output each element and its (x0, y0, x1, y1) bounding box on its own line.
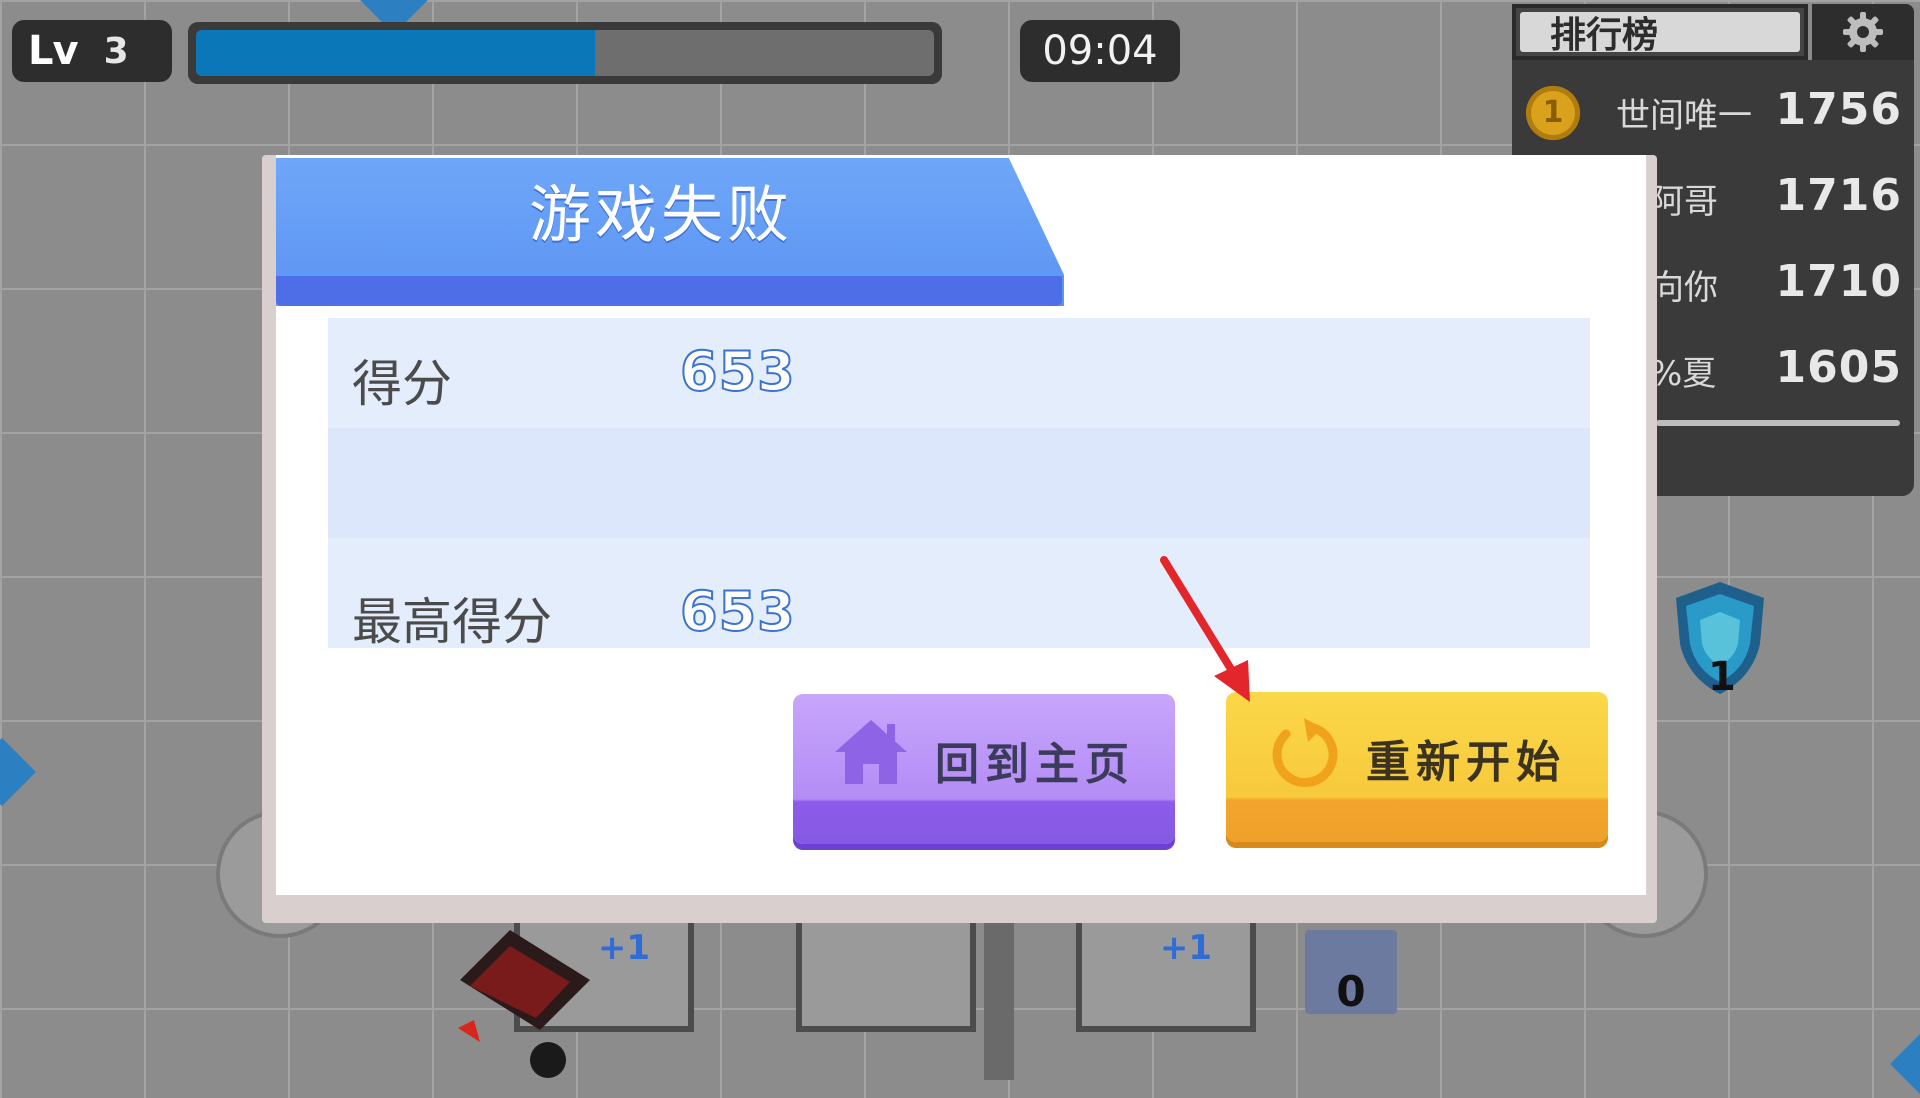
item-counter: 0 (1305, 930, 1397, 1016)
player-score: 1756 (1775, 84, 1902, 135)
leaderboard-header: 排行榜 (1512, 4, 1808, 60)
restart-icon (1272, 718, 1338, 787)
gear-icon (1843, 12, 1883, 52)
player-cannon (440, 920, 660, 1084)
gold-medal-icon: 1 (1526, 86, 1580, 140)
level-label: Lv (28, 28, 79, 74)
leaderboard-row: 1 世间唯一 1756 (1512, 68, 1914, 154)
best-score-value: 653 (679, 579, 796, 644)
score-row-blank (328, 428, 1590, 538)
level-badge: Lv 3 (12, 20, 172, 82)
score-label: 得分 (352, 355, 452, 413)
dialog-title: 游戏失败 (528, 178, 793, 251)
skill-slot[interactable] (796, 922, 976, 1032)
dialog-title-underline (276, 276, 1062, 306)
skill-slot[interactable]: +1 (1076, 922, 1256, 1032)
experience-bar (188, 22, 942, 84)
shield-count: 1 (1708, 654, 1736, 700)
blue-gem (1890, 1030, 1920, 1098)
score-row: 得分 653 (328, 318, 1590, 428)
level-value: 3 (103, 30, 129, 72)
restart-button-label: 重新开始 (1366, 737, 1566, 788)
score-value: 653 (679, 339, 796, 404)
player-name: 世间唯一 (1616, 96, 1752, 136)
slot-bonus-label: +1 (1159, 928, 1212, 968)
player-score: 1605 (1775, 342, 1902, 393)
settings-button[interactable] (1812, 4, 1914, 60)
score-table: 得分 653 最高得分 653 (328, 318, 1590, 651)
leaderboard-title: 排行榜 (1550, 15, 1659, 56)
leaderboard-scrollbar[interactable] (1656, 420, 1900, 426)
best-score-row: 最高得分 653 (328, 538, 1590, 651)
player-score: 1710 (1775, 256, 1902, 307)
player-score: 1716 (1775, 170, 1902, 221)
restart-button[interactable]: 重新开始 (1226, 692, 1608, 842)
home-icon (835, 720, 907, 784)
red-arrow-icon (1160, 556, 1250, 702)
experience-fill (196, 30, 595, 76)
blue-gem (0, 738, 36, 806)
home-button-label: 回到主页 (935, 739, 1135, 790)
home-button[interactable]: 回到主页 (793, 694, 1175, 844)
best-score-label: 最高得分 (352, 593, 552, 651)
game-timer: 09:04 (1020, 20, 1180, 82)
shield-icon: 1 (1668, 578, 1772, 702)
center-pole (984, 922, 1014, 1080)
